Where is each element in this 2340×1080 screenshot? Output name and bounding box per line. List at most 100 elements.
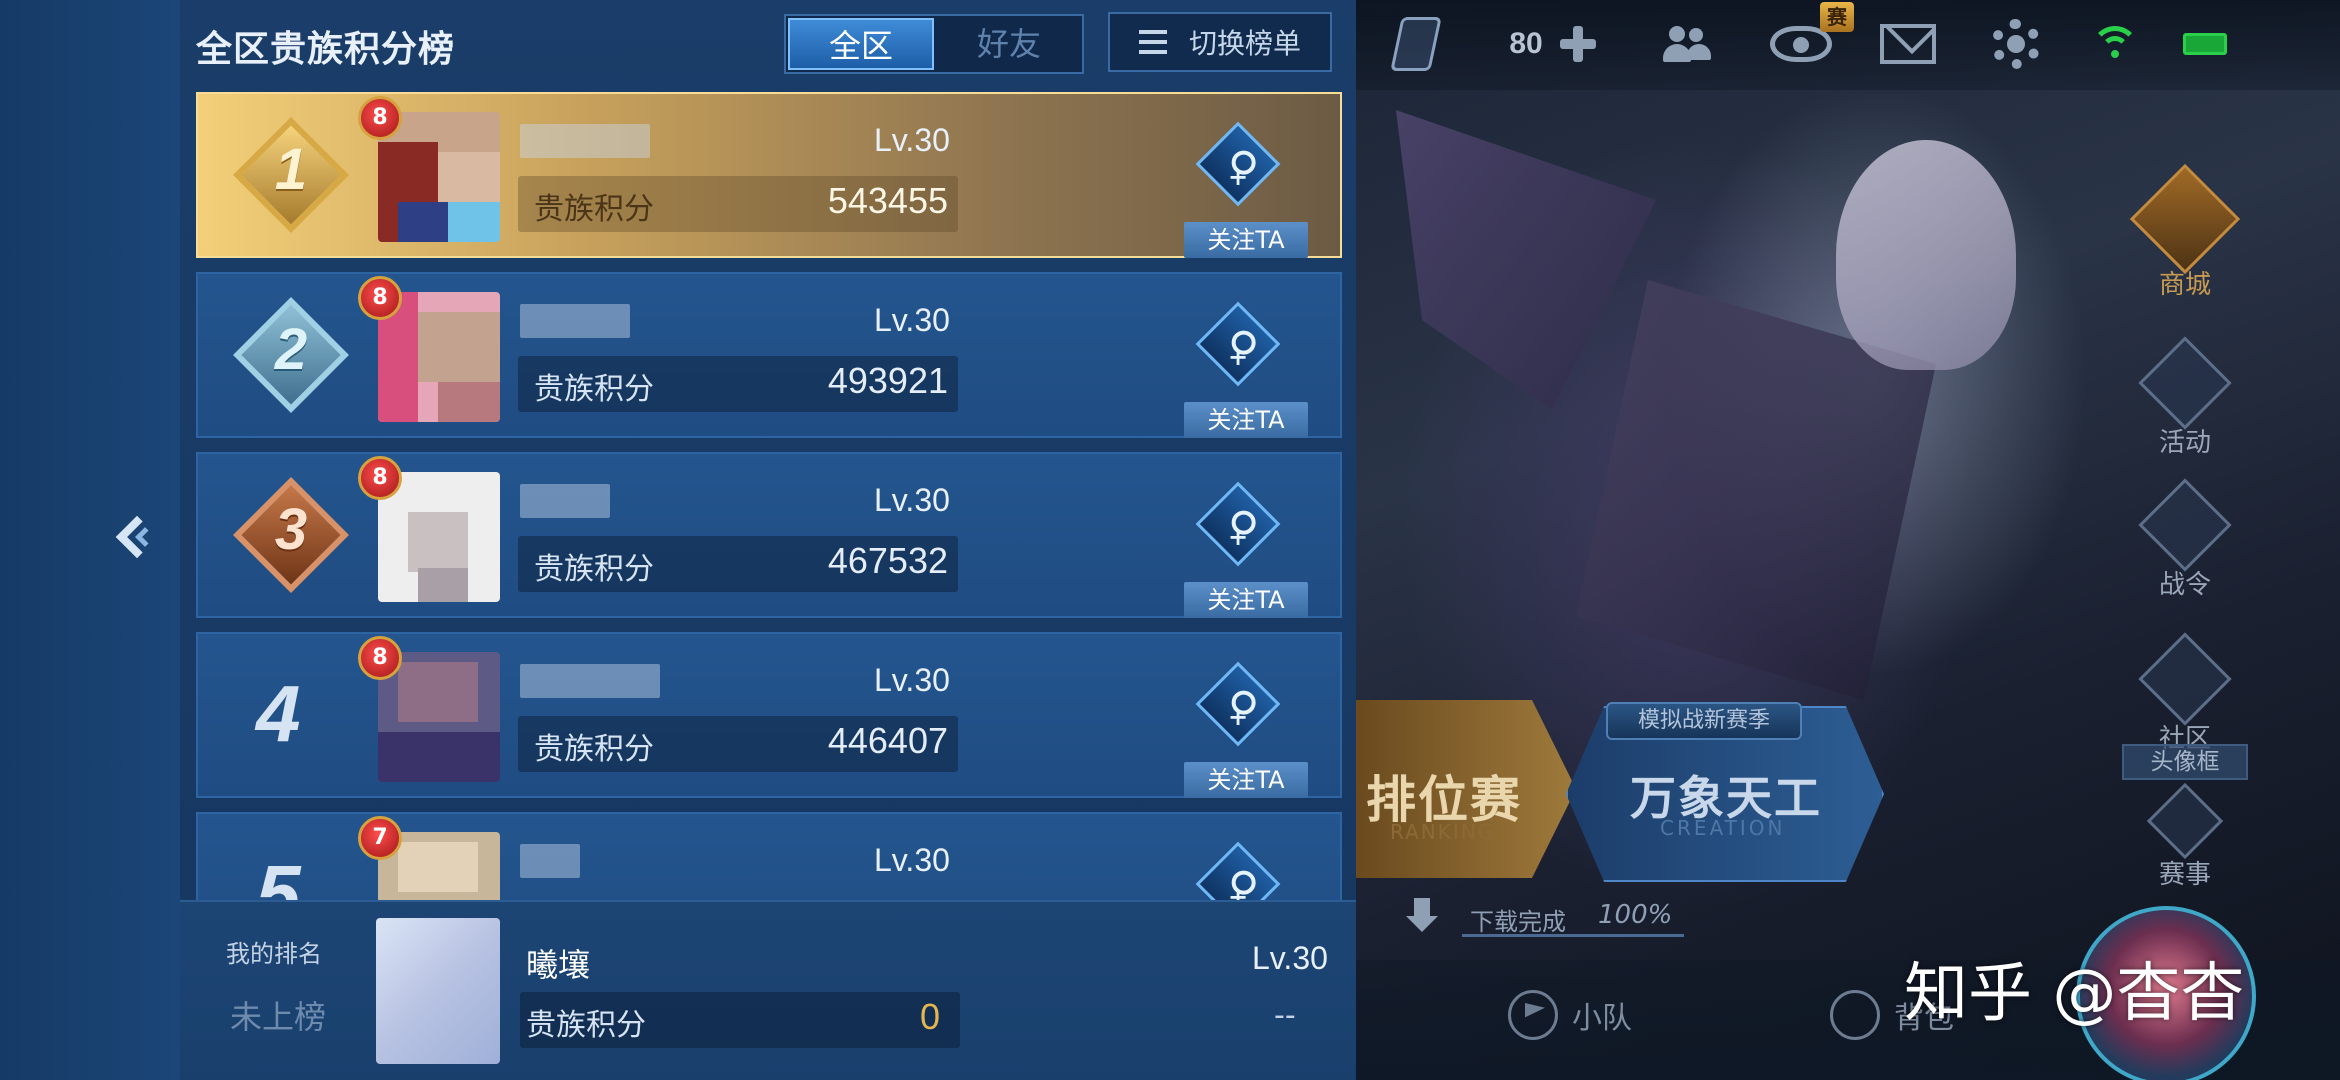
noble-level-badge: 7 [358,816,402,860]
side-menu-events[interactable]: 活动 [2138,336,2232,459]
rank-badge-bronze: 3 [232,476,350,594]
side-menu-battle-pass[interactable]: 战令 [2138,478,2232,601]
battery-icon [2180,14,2230,74]
score-label: 贵族积分 [534,732,654,767]
side-menu-community[interactable]: 社区 [2138,632,2232,755]
collapse-back-button[interactable] [112,510,162,570]
follow-button[interactable]: 关注TA [1184,222,1308,258]
bag-icon [1830,990,1880,1040]
noble-level-badge: 8 [358,636,402,680]
follow-button[interactable]: 关注TA [1184,762,1308,798]
player-level: Lv.30 [874,662,950,698]
page-title: 全区贵族积分榜 [196,29,456,70]
score-label: 贵族积分 [534,372,654,407]
trophy-icon [2146,782,2224,860]
download-icon [1400,896,1444,940]
follow-add-user-icon[interactable] [1195,661,1281,747]
team-flag-icon [1508,990,1558,1040]
rank-number: 3 [274,497,308,562]
hero-art-shard [1396,110,1656,410]
creation-mode-subtitle: CREATION [1660,816,1786,840]
rank-number: 1 [274,137,308,202]
my-rank-bar: 我的排名 未上榜 曦壤 Lv.30 贵族积分 0 -- [180,900,1356,1080]
player-name-redacted [520,844,580,878]
leaderboard-row[interactable]: 4 8 Lv.30 贵族积分 446407 关注TA [196,632,1342,798]
community-icon [2138,632,2232,726]
leaderboard-row[interactable]: 3 8 Lv.30 贵族积分 467532 关注TA [196,452,1342,618]
score-label: 贵族积分 [534,552,654,587]
mail-icon[interactable] [1878,14,1938,74]
follow-button[interactable]: 关注TA [1184,582,1308,618]
player-name-redacted [520,124,650,158]
my-player-name: 曦壤 [526,946,591,984]
player-level: Lv.30 [874,302,950,338]
shop-icon [2129,163,2241,275]
score-value: 467532 [827,540,948,581]
noble-level-badge: 8 [358,96,402,140]
bottom-nav-team[interactable]: 小队 [1508,990,1632,1040]
follow-add-user-icon[interactable] [1195,121,1281,207]
score-value: 493921 [827,360,948,401]
follow-button[interactable]: 关注TA [1184,402,1308,438]
player-level: Lv.30 [874,122,950,158]
tab-all-region[interactable]: 全区 [788,18,934,70]
scope-tabs: 全区 好友 [784,14,1084,74]
follow-add-user-icon[interactable] [1195,301,1281,387]
my-score-value: 0 [920,996,941,1037]
friends-icon[interactable] [1660,14,1716,74]
side-menu-label: 赛事 [2158,860,2211,890]
gem-icon[interactable] [1388,14,1444,74]
avatar-frame-tag[interactable]: 头像框 [2122,744,2248,780]
settings-gear-icon[interactable] [1988,14,2044,74]
score-value: 446407 [827,720,948,761]
battle-pass-icon [2138,478,2232,572]
noble-level-badge: 8 [358,276,402,320]
download-text: 下载完成 [1470,908,1566,936]
my-player-level: Lv.30 [1252,940,1328,976]
player-name-redacted [520,484,610,518]
my-rank-status: 未上榜 [230,998,327,1036]
side-menu-esports[interactable]: 赛事 [2140,782,2230,891]
follow-add-user-icon[interactable] [1195,481,1281,567]
leaderboard-row[interactable]: 2 8 Lv.30 贵族积分 493921 关注TA [196,272,1342,438]
rank-number: 5 [256,849,301,900]
rank-badge-gold: 1 [232,116,350,234]
ranked-mode-subtitle: RANKING [1390,820,1496,844]
my-rank-placeholder: -- [1274,998,1296,1033]
player-name-redacted [520,664,660,698]
my-score-label: 贵族积分 [526,1008,646,1043]
follow-add-user-icon[interactable] [1195,841,1281,900]
player-name-redacted [520,304,630,338]
switch-leaderboard-button[interactable]: 切换榜单 [1108,12,1332,72]
download-percent: 100% [1598,900,1673,930]
download-underline [1462,934,1684,937]
list-icon [1138,30,1167,54]
match-badge: 赛 [1820,2,1854,32]
switch-leaderboard-label: 切换榜单 [1188,27,1301,60]
tab-friends[interactable]: 好友 [936,18,1082,70]
score-value: 543455 [827,180,948,221]
season-tag: 模拟战新赛季 [1606,702,1802,740]
noble-level-badge: 8 [358,456,402,500]
leaderboard-list[interactable]: 1 8 Lv.30 贵族积分 543455 关注TA 2 [196,92,1342,900]
player-level: Lv.30 [874,482,950,518]
currency-count-text: 80 [1509,27,1543,60]
leaderboard-row[interactable]: 5 7 Lv.30 [196,812,1342,900]
my-rank-label: 我的排名 [226,940,322,968]
score-label: 贵族积分 [534,192,654,227]
add-currency-icon[interactable] [1556,14,1600,74]
source-watermark: 知乎 @杳杳 [1904,957,2245,1031]
events-icon [2138,336,2232,430]
player-level: Lv.30 [874,842,950,878]
my-avatar[interactable] [376,918,500,1064]
download-status: 下载完成 100% [1400,896,1690,942]
rank-badge-silver: 2 [232,296,350,414]
rank-number: 4 [256,669,301,758]
wifi-icon [2090,14,2140,74]
side-menu-shop[interactable]: 商城 [2129,163,2241,301]
bottom-nav-label: 小队 [1572,1001,1632,1036]
hero-art-head [1836,140,2016,370]
leaderboard-row[interactable]: 1 8 Lv.30 贵族积分 543455 关注TA [196,92,1342,258]
currency-count: 80 [1496,14,1556,74]
rank-number: 2 [274,317,308,382]
